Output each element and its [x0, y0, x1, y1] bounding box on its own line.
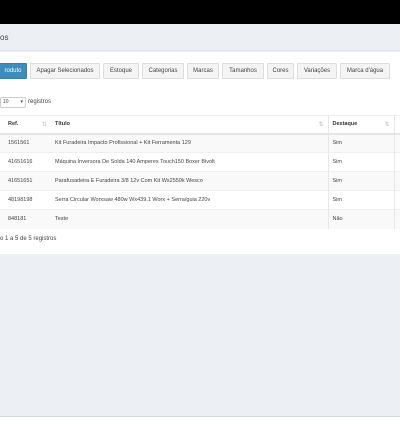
table-row[interactable]: 848181 Teste Não [0, 209, 400, 229]
stock-button[interactable]: Estoque [103, 63, 139, 79]
cell-actions [393, 171, 400, 191]
cell-actions [393, 152, 400, 172]
page-length-suffix: registros [28, 99, 52, 105]
page-header: os [0, 24, 400, 51]
cell-title: Kit Furadeira Impacto Profissional + Kit… [51, 133, 328, 153]
column-header-destaque[interactable]: Destaque ⇅ [327, 115, 394, 135]
cell-title: Máquina Inversora De Solda 140 Amperes T… [51, 152, 328, 172]
variations-button[interactable]: Variações [297, 63, 337, 79]
sort-icon: ⇅ [41, 122, 47, 128]
cell-ref: 1561561 [0, 133, 51, 153]
colors-button[interactable]: Cores [267, 63, 294, 79]
table-info: o 1 a 5 de 5 registros [0, 236, 57, 242]
column-header-ref[interactable]: Ref. ⇅ [0, 115, 51, 135]
cell-title: Parafusadeira E Furadeira 3/8 12v Com Ki… [51, 171, 328, 191]
chevron-down-icon: ▾ [20, 99, 23, 105]
watermark-button[interactable]: Marca d'água [340, 63, 390, 79]
cell-ref: 48198198 [0, 190, 51, 210]
cell-title: Teste [51, 209, 328, 229]
table-row[interactable]: 41651616 Máquina Inversora De Solda 140 … [0, 152, 400, 172]
cell-ref: 41651651 [0, 171, 51, 191]
cell-ref: 41651616 [0, 152, 51, 172]
new-product-button[interactable]: roduto [0, 63, 27, 79]
products-table: Ref. ⇅ Título ⇅ Destaque ⇅ 1561561 Kit Fura… [0, 115, 400, 229]
cell-actions [393, 133, 400, 153]
categories-button[interactable]: Categorias [142, 63, 184, 79]
brands-button[interactable]: Marcas [187, 63, 219, 79]
page-length-value: 10 [3, 99, 9, 105]
sizes-button[interactable]: Tamanhos [222, 63, 264, 79]
column-header-actions [393, 115, 400, 135]
sort-icon: ⇅ [384, 122, 390, 128]
cell-destaque: Sim [327, 190, 394, 210]
page-length-select[interactable]: 10 ▾ [0, 96, 26, 108]
cell-title: Serra Circular Worxsaw 480w Wx439.1 Worx… [51, 190, 328, 210]
toolbar: roduto Apagar Selecionados Estoque Categ… [0, 57, 400, 79]
page-footer [0, 416, 400, 424]
page-length-control: 10 ▾ registros [0, 96, 51, 108]
cell-destaque: Sim [327, 133, 394, 153]
sort-icon: ⇅ [318, 122, 324, 128]
cell-ref: 848181 [0, 209, 51, 229]
delete-selected-button[interactable]: Apagar Selecionados [30, 63, 100, 79]
page-title: os [0, 33, 9, 42]
cell-destaque: Não [327, 209, 394, 229]
top-black-bar [0, 0, 400, 24]
table-row[interactable]: 1561561 Kit Furadeira Impacto Profission… [0, 133, 400, 153]
table-row[interactable]: 41651651 Parafusadeira E Furadeira 3/8 1… [0, 171, 400, 191]
cell-actions [393, 209, 400, 229]
content-panel: roduto Apagar Selecionados Estoque Categ… [0, 52, 400, 254]
cell-destaque: Sim [327, 152, 394, 172]
cell-destaque: Sim [327, 171, 394, 191]
cell-actions [393, 190, 400, 210]
column-header-title[interactable]: Título ⇅ [51, 115, 328, 135]
table-row[interactable]: 48198198 Serra Circular Worxsaw 480w Wx4… [0, 190, 400, 210]
